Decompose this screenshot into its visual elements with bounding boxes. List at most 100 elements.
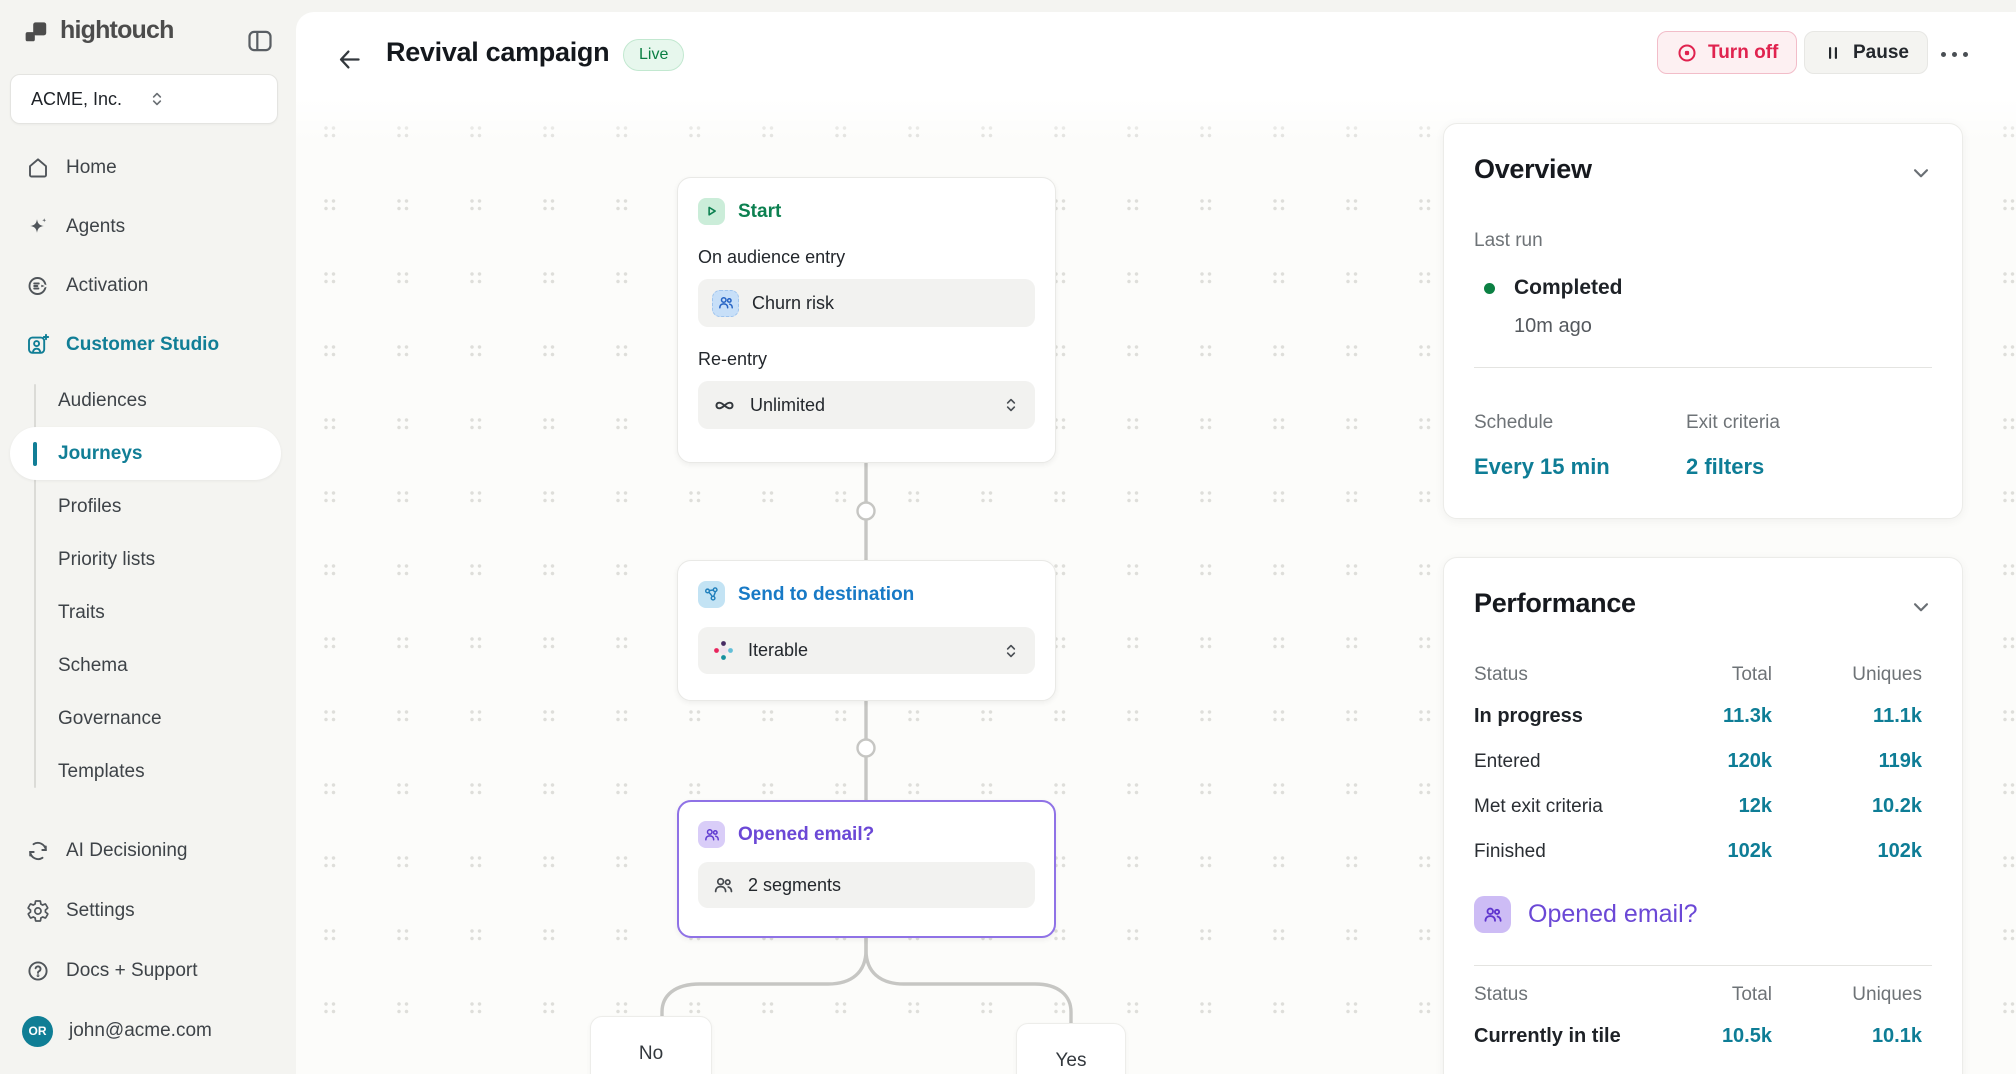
tile-title: Opened email?	[1528, 900, 1698, 929]
tile-performance-header[interactable]: Opened email?	[1474, 896, 1698, 933]
sidebar-item-governance[interactable]: Governance	[10, 692, 281, 745]
sparkle-icon	[26, 215, 50, 239]
sidebar-item-priority-lists[interactable]: Priority lists	[10, 533, 281, 586]
table-row: In progress 11.3k 11.1k	[1444, 694, 1962, 739]
sidebar-item-activation[interactable]: Activation	[0, 256, 293, 315]
more-menu-button[interactable]	[1932, 42, 1976, 66]
audience-users-icon	[712, 290, 739, 317]
segments-field[interactable]: 2 segments	[698, 862, 1035, 908]
sidebar-item-schema[interactable]: Schema	[10, 639, 281, 692]
segments-users-icon	[698, 821, 725, 848]
last-run-state: Completed	[1514, 276, 1623, 300]
back-button[interactable]	[329, 39, 369, 79]
last-run-time: 10m ago	[1514, 315, 1592, 338]
sidebar-item-audiences[interactable]: Audiences	[10, 374, 281, 427]
schedule-link[interactable]: Every 15 min	[1474, 454, 1610, 480]
chevron-updown-icon	[1001, 641, 1021, 661]
sidebar-footer: AI Decisioning Settings Docs + Support O…	[0, 821, 293, 1061]
node-start-header: Start	[698, 198, 1035, 225]
performance-title: Performance	[1474, 588, 1636, 619]
exit-criteria-link[interactable]: 2 filters	[1686, 454, 1764, 480]
node-send-to-destination[interactable]: Send to destination Iterable	[677, 560, 1056, 701]
node-title: Send to destination	[738, 584, 914, 606]
user-email: john@acme.com	[69, 1020, 212, 1042]
sidebar-collapse-button[interactable]	[241, 22, 279, 60]
hightouch-logo-icon	[24, 18, 50, 44]
avatar: OR	[22, 1016, 53, 1047]
help-icon	[26, 959, 50, 983]
workflow-icon	[698, 581, 725, 608]
chevron-updown-icon	[147, 89, 263, 109]
trigger-label: On audience entry	[698, 247, 1035, 268]
logo-text: hightouch	[60, 16, 174, 45]
sidebar-item-journeys[interactable]: Journeys	[10, 427, 281, 480]
overview-card: Overview Last run Completed 10m ago Sche…	[1443, 123, 1963, 519]
node-send-header: Send to destination	[698, 581, 1035, 608]
sidebar-item-label: Priority lists	[58, 549, 155, 571]
sidebar-item-label: Journeys	[58, 443, 142, 465]
node-opened-email[interactable]: Opened email? 2 segments	[677, 800, 1056, 938]
sidebar-item-label: Governance	[58, 708, 162, 730]
sidebar-item-home[interactable]: Home	[0, 138, 293, 197]
reentry-value: Unlimited	[750, 395, 988, 416]
branch-yes-node[interactable]: Yes	[1016, 1023, 1126, 1074]
node-branch-header: Opened email?	[698, 821, 1035, 848]
sidebar-item-docs-support[interactable]: Docs + Support	[0, 941, 293, 1001]
customer-studio-subnav: Audiences Journeys Profiles Priority lis…	[0, 374, 293, 798]
sidebar-nav: Home Agents Activation Customer Studio	[0, 138, 293, 374]
table-row: Currently in tile 10.5k 10.1k	[1444, 1014, 1962, 1059]
activation-icon	[26, 274, 50, 298]
sidebar-collapse-icon	[246, 27, 274, 55]
audience-name: Churn risk	[752, 293, 834, 314]
col-uniques: Uniques	[1772, 984, 1922, 1006]
sidebar-item-traits[interactable]: Traits	[10, 586, 281, 639]
col-status: Status	[1474, 984, 1652, 1006]
sidebar-item-label: Docs + Support	[66, 960, 198, 982]
segments-count: 2 segments	[748, 875, 841, 896]
sidebar-item-label: Agents	[66, 216, 125, 238]
workspace-selector[interactable]: ACME, Inc.	[10, 74, 278, 124]
turn-off-label: Turn off	[1708, 42, 1778, 64]
gear-icon	[26, 899, 50, 923]
col-total: Total	[1652, 664, 1772, 686]
sidebar-item-templates[interactable]: Templates	[10, 745, 281, 798]
sidebar-item-ai-decisioning[interactable]: AI Decisioning	[0, 821, 293, 881]
branch-no-node[interactable]: No	[590, 1016, 712, 1074]
sidebar-item-settings[interactable]: Settings	[0, 881, 293, 941]
workspace-name: ACME, Inc.	[31, 89, 147, 110]
collapse-chevron-icon[interactable]	[1908, 592, 1938, 622]
pause-button[interactable]: Pause	[1804, 31, 1928, 74]
sidebar-item-label: Traits	[58, 602, 105, 624]
main-panel: Revival campaign Live Turn off Pause	[296, 12, 2016, 1074]
pause-icon	[1823, 43, 1843, 63]
sidebar-item-account[interactable]: OR john@acme.com	[0, 1001, 293, 1061]
exit-criteria-label: Exit criteria	[1686, 412, 1780, 434]
destination-name: Iterable	[748, 640, 988, 661]
audience-chip[interactable]: Churn risk	[698, 279, 1035, 327]
table-row: Finished 102k 102k	[1444, 829, 1962, 874]
sidebar-item-label: Customer Studio	[66, 334, 219, 356]
play-icon	[698, 198, 725, 225]
sidebar: hightouch ACME, Inc. Home	[0, 0, 293, 1074]
infinity-icon	[712, 393, 737, 418]
status-dot	[1484, 283, 1495, 294]
sidebar-item-agents[interactable]: Agents	[0, 197, 293, 256]
reentry-select[interactable]: Unlimited	[698, 381, 1035, 429]
branch-no-label: No	[639, 1043, 663, 1065]
sidebar-item-profiles[interactable]: Profiles	[10, 480, 281, 533]
iterable-logo-icon	[712, 639, 735, 662]
power-off-icon	[1676, 42, 1698, 64]
sidebar-item-label: Settings	[66, 900, 135, 922]
sidebar-item-label: Audiences	[58, 390, 147, 412]
sidebar-item-customer-studio[interactable]: Customer Studio	[0, 315, 293, 374]
turn-off-button[interactable]: Turn off	[1657, 31, 1797, 74]
col-uniques: Uniques	[1772, 664, 1922, 686]
node-start[interactable]: Start On audience entry Churn risk Re-en…	[677, 177, 1056, 463]
tile-performance-table: Status Total Uniques Currently in tile 1…	[1444, 976, 1962, 1059]
destination-select[interactable]: Iterable	[698, 627, 1035, 674]
collapse-chevron-icon[interactable]	[1908, 158, 1938, 188]
sidebar-item-label: Profiles	[58, 496, 121, 518]
app-root: hightouch ACME, Inc. Home	[0, 0, 2016, 1074]
hightouch-logo: hightouch	[24, 16, 174, 45]
pause-label: Pause	[1853, 42, 1909, 64]
